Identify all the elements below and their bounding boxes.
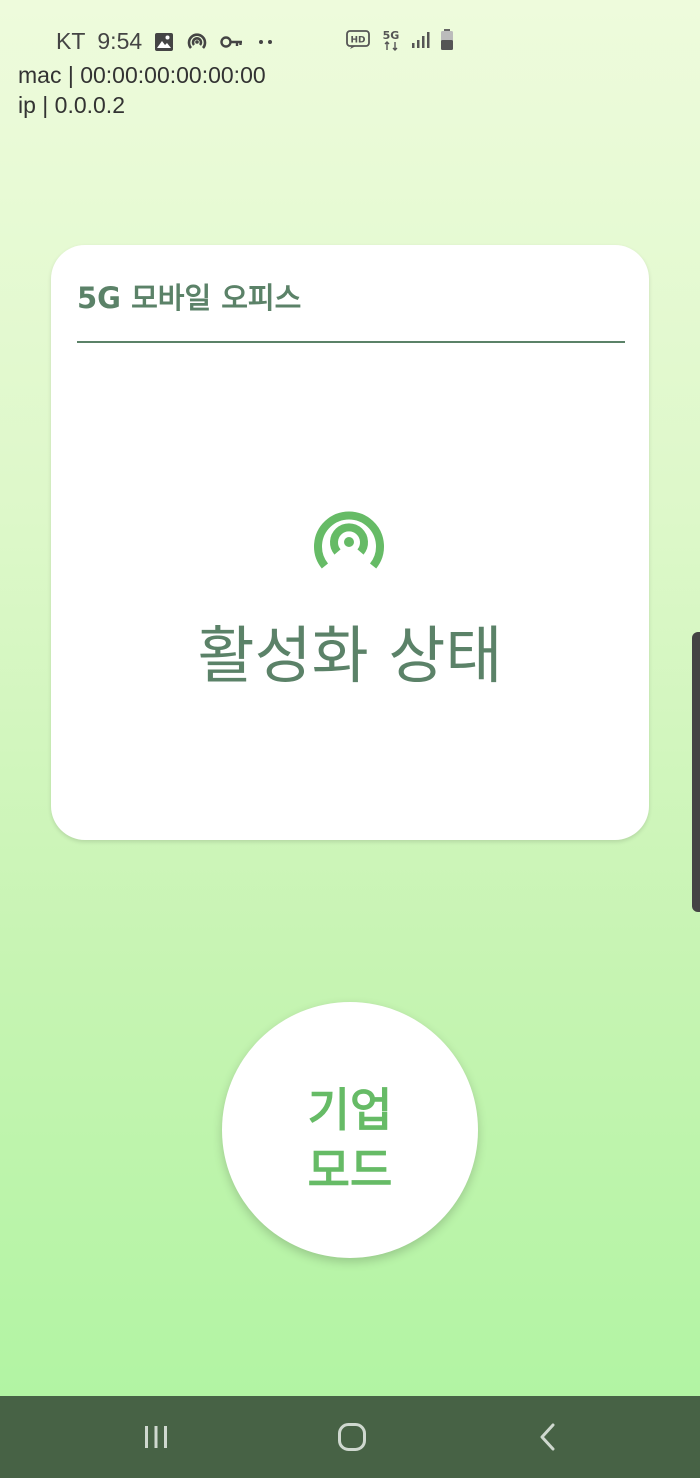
recent-apps-icon	[145, 1426, 167, 1448]
battery-icon	[440, 29, 454, 51]
more-notifications-icon	[256, 38, 276, 46]
mac-address: mac | 00:00:00:00:00:00	[18, 62, 266, 88]
back-icon	[540, 1423, 555, 1451]
navigation-bar	[0, 1396, 700, 1478]
home-button[interactable]	[302, 1396, 402, 1478]
hotspot-status-icon	[186, 31, 208, 53]
recent-apps-button[interactable]	[106, 1396, 206, 1478]
status-right: HD 5G	[346, 28, 454, 52]
ip-address: ip | 0.0.0.2	[18, 92, 125, 118]
activation-status: 활성화 상태	[197, 619, 503, 692]
gallery-icon	[154, 32, 174, 52]
signal-icon	[410, 30, 432, 50]
hd-text: HD	[350, 36, 365, 46]
back-button[interactable]	[498, 1396, 598, 1478]
card-divider	[77, 341, 625, 343]
network-text: 5G	[383, 29, 400, 42]
vpn-key-icon	[220, 34, 244, 50]
status-bar: KT 9:54 HD 5G	[0, 24, 700, 58]
hd-voice-icon: HD	[346, 30, 372, 50]
mode-label-line1: 기업	[307, 1084, 393, 1136]
carrier-label: KT	[56, 28, 86, 54]
status-card: 5G 모바일 오피스 활성화 상태	[51, 245, 649, 840]
mode-label-line2: 모드	[307, 1144, 393, 1196]
hotspot-icon	[311, 505, 387, 575]
edge-panel-handle[interactable]	[692, 632, 700, 912]
clock: 9:54	[97, 28, 143, 54]
enterprise-mode-button[interactable]: 기업 모드	[222, 1002, 478, 1258]
status-left: KT 9:54	[56, 28, 276, 55]
network-5g-icon: 5G	[380, 28, 402, 52]
home-icon	[338, 1423, 366, 1451]
card-title: 5G 모바일 오피스	[77, 281, 302, 315]
